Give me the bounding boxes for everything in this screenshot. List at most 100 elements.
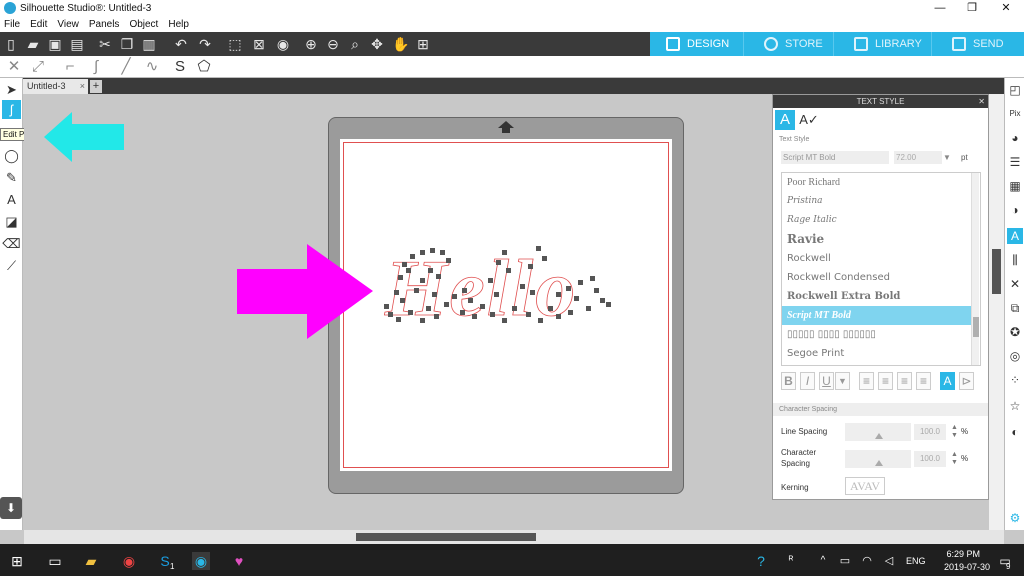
download-icon[interactable]: ⬇ <box>0 497 22 519</box>
font-item[interactable]: ▯▯▯▯▯ ▯▯▯▯ ▯▯▯▯▯▯ <box>782 325 972 344</box>
zoom-in-icon[interactable]: ⊕ <box>302 35 320 53</box>
bold-button[interactable]: B <box>781 372 796 390</box>
horizontal-scroll-thumb[interactable] <box>356 533 536 541</box>
silhouette-studio-icon[interactable]: ◉ <box>192 552 210 570</box>
knife-tool-icon[interactable]: ⟋ <box>2 256 21 275</box>
save-icon[interactable]: ▣ <box>46 35 64 53</box>
text-vertical-icon[interactable]: ⊳ <box>959 372 974 390</box>
vertical-scroll-thumb[interactable] <box>992 249 1001 294</box>
maximize-button[interactable]: ❐ <box>956 0 988 16</box>
minimize-button[interactable]: — <box>924 0 956 16</box>
show-hidden-icons-icon[interactable]: ^ <box>814 552 832 570</box>
ellipse-tool-icon[interactable]: ◯ <box>2 146 21 165</box>
character-spacing-knob[interactable] <box>875 460 883 466</box>
align-right-icon[interactable]: ≡ <box>897 372 912 390</box>
clock-time[interactable]: 6:29 PM <box>946 549 980 559</box>
select-all-icon[interactable]: ⬚ <box>226 35 244 53</box>
open-folder-icon[interactable]: ▰ <box>24 35 42 53</box>
print-icon[interactable]: ▤ <box>68 35 86 53</box>
font-list[interactable]: Poor Richard Pristina Rage Italic Ravie … <box>781 172 981 366</box>
font-item[interactable]: Rockwell Extra Bold <box>782 287 972 306</box>
font-item[interactable]: Rockwell Condensed <box>782 268 972 287</box>
font-item[interactable]: Segoe Print <box>782 344 972 363</box>
panel-close-icon[interactable]: ✕ <box>978 95 985 108</box>
file-explorer-icon[interactable]: ▰ <box>82 552 100 570</box>
fill-bucket-icon[interactable]: ◪ <box>2 212 21 231</box>
smooth-path-icon[interactable]: S <box>170 58 190 76</box>
text-style-tab[interactable]: A <box>775 110 795 130</box>
freehand-tool-icon[interactable]: ✎ <box>2 168 21 187</box>
align-icon[interactable]: ⫼ <box>1007 252 1023 268</box>
nav-library-tab[interactable]: LIBRARY <box>833 32 931 56</box>
favorites-star-icon[interactable]: ☆ <box>1007 398 1023 414</box>
menu-object[interactable]: Object <box>129 19 158 30</box>
corner-point-icon[interactable]: ⌐ <box>60 58 80 76</box>
wifi-icon[interactable]: ◠ <box>858 552 876 570</box>
font-item[interactable]: Rockwell <box>782 249 972 268</box>
delete-point-icon[interactable]: ✕ <box>4 58 24 76</box>
move-icon[interactable]: ✥ <box>368 35 386 53</box>
pan-hand-icon[interactable]: ✋ <box>392 35 410 53</box>
fill-pattern-icon[interactable]: ▦ <box>1007 178 1023 194</box>
menu-help[interactable]: Help <box>168 19 189 30</box>
font-item[interactable]: Poor Richard <box>782 173 972 192</box>
break-path-icon[interactable]: ⤢ <box>28 58 48 76</box>
text-format-tab[interactable]: A✓ <box>798 110 820 130</box>
character-spacing-spinner-icon[interactable]: ▲ ▼ <box>951 451 958 467</box>
nav-store-tab[interactable]: STORE <box>743 32 833 56</box>
font-item[interactable]: Rage Italic <box>782 211 972 230</box>
transparency-icon[interactable]: ◑ <box>1007 202 1023 218</box>
kerning-preview[interactable]: AVAV <box>845 477 885 495</box>
notifications-icon[interactable]: ▭ <box>996 552 1014 570</box>
align-left-icon[interactable]: ≡ <box>859 372 874 390</box>
pixscan-icon[interactable]: Pix <box>1007 106 1023 122</box>
line-spacing-value[interactable]: 100.0 <box>914 424 946 440</box>
volume-icon[interactable]: ◁ <box>880 552 898 570</box>
undo-icon[interactable]: ↶ <box>172 35 190 53</box>
cut-icon[interactable]: ✂ <box>96 35 114 53</box>
horizontal-scrollbar[interactable] <box>24 530 1004 544</box>
close-tab-icon[interactable]: × <box>80 79 85 94</box>
font-name-field[interactable]: Script MT Bold <box>781 151 889 164</box>
simplify-icon[interactable]: ⬠ <box>194 58 214 76</box>
font-item[interactable]: Ravie <box>782 230 972 249</box>
battery-icon[interactable]: ▭ <box>836 552 854 570</box>
font-item-selected[interactable]: Script MT Bold <box>782 306 972 325</box>
add-tab-button[interactable]: + <box>90 80 102 93</box>
line-spacing-slider[interactable] <box>845 423 911 441</box>
page-setup-icon[interactable]: ◰ <box>1007 82 1023 98</box>
language-indicator[interactable]: ENG <box>906 556 926 566</box>
new-document-icon[interactable]: ▯ <box>2 35 20 53</box>
font-size-dropdown-icon[interactable]: ▼ <box>943 151 953 164</box>
fill-color-icon[interactable]: ◕ <box>1007 130 1023 146</box>
replicate-icon[interactable]: ⧉ <box>1007 300 1023 316</box>
sketch-icon[interactable]: ⁘ <box>1007 372 1023 388</box>
line-color-icon[interactable]: ☰ <box>1007 154 1023 170</box>
zoom-out-icon[interactable]: ⊖ <box>324 35 342 53</box>
menu-view[interactable]: View <box>57 19 79 30</box>
document-tab[interactable]: Untitled-3 × <box>23 79 88 94</box>
justify-icon[interactable]: ≡ <box>916 372 931 390</box>
trace-icon[interactable]: ◎ <box>1007 348 1023 364</box>
clock-date[interactable]: 2019-07-30 <box>944 562 990 572</box>
edit-points-icon[interactable]: ʃ <box>2 100 21 119</box>
copy-icon[interactable]: ❐ <box>118 35 136 53</box>
chrome-icon[interactable]: ◉ <box>120 552 138 570</box>
font-item[interactable]: Pristina <box>782 192 972 211</box>
help-icon[interactable]: ? <box>752 552 770 570</box>
curve-icon[interactable]: ∿ <box>142 58 162 76</box>
text-style-panel-icon[interactable]: A <box>1007 228 1023 244</box>
text-horizontal-icon[interactable]: A <box>940 372 955 390</box>
transform-icon[interactable]: ✕ <box>1007 276 1023 292</box>
deselect-icon[interactable]: ⊠ <box>250 35 268 53</box>
nav-send-tab[interactable]: SEND <box>931 32 1024 56</box>
hello-text-object[interactable]: Hello <box>380 240 615 332</box>
settings-gear-icon[interactable]: ⚙ <box>1007 510 1023 526</box>
font-list-scroll-thumb[interactable] <box>973 317 979 337</box>
character-spacing-value[interactable]: 100.0 <box>914 451 946 467</box>
character-spacing-slider[interactable] <box>845 450 911 468</box>
people-icon[interactable]: ᴿ <box>782 552 800 570</box>
straighten-icon[interactable]: ╱ <box>116 58 136 76</box>
maps-pin-icon[interactable]: ♥ <box>230 552 248 570</box>
close-window-button[interactable]: ✕ <box>990 0 1022 16</box>
